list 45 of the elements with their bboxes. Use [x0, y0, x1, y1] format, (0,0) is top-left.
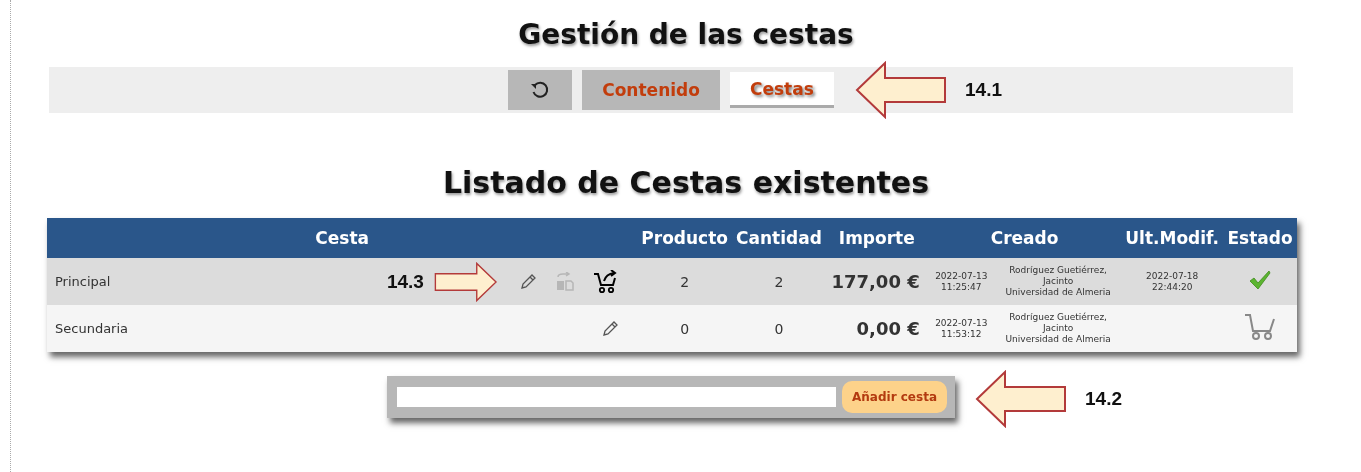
section-heading: Listado de Cestas existentes	[442, 165, 930, 200]
add-basket-button[interactable]: Añadir cesta	[842, 381, 947, 413]
column-header: Importe	[825, 218, 928, 258]
tab[interactable]: Cestas	[729, 72, 834, 108]
column-header: Cantidad	[732, 218, 826, 258]
basket-name: Secundaria	[55, 321, 129, 336]
callout-arrow-icon	[975, 370, 1067, 428]
creator-line: Universidad de Almeria	[1005, 334, 1111, 344]
table-cell: 0	[774, 320, 784, 337]
callout-arrow-icon	[855, 61, 947, 119]
basket-name: Principal	[55, 274, 111, 289]
pencil-icon[interactable]	[601, 319, 620, 338]
created-time: 11:25:47	[941, 281, 982, 292]
modified-date: 2022-07-18	[1146, 270, 1199, 281]
created-date: 2022-07-13	[935, 270, 988, 281]
column-header: Ult.Modif.	[1121, 218, 1224, 258]
pencil-icon[interactable]	[519, 272, 538, 291]
creator-line: Rodríguez Guetiérrez,	[1009, 312, 1107, 322]
modified-time: 22:44:20	[1151, 281, 1193, 292]
checkmark-icon	[1249, 270, 1271, 290]
table-cell: 0	[680, 320, 690, 337]
cart-icon	[1244, 312, 1276, 342]
tab[interactable]: Contenido	[582, 70, 720, 110]
column-header: Producto	[637, 218, 732, 258]
created-date: 2022-07-13	[935, 317, 988, 328]
basket-name-field[interactable]	[397, 387, 837, 407]
column-header: Creado	[927, 218, 1122, 258]
amount: 177,00 €	[831, 271, 920, 292]
refresh-button[interactable]	[508, 70, 573, 110]
column-header: Estado	[1223, 218, 1297, 258]
table-cell: 2	[774, 273, 784, 290]
creator-line: Jacinto	[1042, 323, 1074, 333]
amount: 0,00 €	[856, 318, 920, 339]
callout-arrow-icon	[433, 261, 498, 302]
callout-label: 14.3	[386, 270, 424, 293]
created-time: 11:53:12	[941, 328, 982, 339]
page-title: Gestión de las cestas	[518, 18, 854, 51]
creator-line: Universidad de Almeria	[1005, 287, 1111, 297]
creator-line: Jacinto	[1042, 276, 1074, 286]
creator-line: Rodríguez Guetiérrez,	[1009, 265, 1107, 275]
callout-label: 14.2	[1085, 388, 1122, 410]
callout-label: 14.1	[965, 79, 1002, 101]
table-cell: 2	[680, 273, 690, 290]
column-header: Cesta	[47, 218, 638, 258]
refresh-icon	[530, 80, 551, 100]
